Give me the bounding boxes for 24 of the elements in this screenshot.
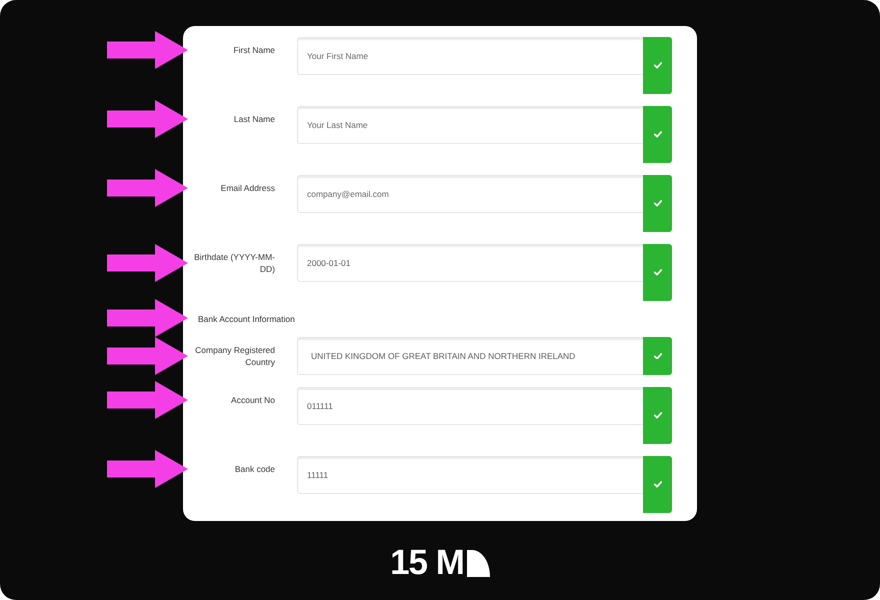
check-icon — [654, 352, 662, 360]
logo-mark-icon — [466, 550, 490, 576]
field-label: Email Address — [220, 182, 275, 194]
check-icon — [654, 62, 662, 69]
check-icon — [654, 412, 662, 419]
field-label: Account No — [230, 394, 275, 406]
check-icon — [654, 481, 662, 488]
field-label: Company Registered Country — [194, 344, 275, 368]
check-icon — [654, 269, 662, 276]
text-field[interactable]: Your First Name — [297, 37, 643, 75]
field-label: Birthdate (YYYY-MM-DD) — [193, 251, 275, 275]
text-field[interactable]: 011111 — [297, 387, 643, 425]
text-field[interactable]: 11111 — [297, 456, 643, 494]
text-field[interactable]: company@email.com — [297, 175, 643, 213]
field-label: First Name — [232, 44, 275, 56]
check-icon — [654, 200, 662, 207]
logo-text: 15 M — [390, 548, 464, 578]
section-heading: Bank Account Information — [197, 313, 295, 325]
check-icon — [654, 131, 662, 138]
field-label: Bank code — [234, 463, 275, 475]
field-label: Last Name — [232, 113, 275, 125]
text-field[interactable]: Your Last Name — [297, 106, 643, 144]
country-select[interactable]: UNITED KINGDOM OF GREAT BRITAIN AND NORTHERN IRELAND — [297, 337, 643, 375]
text-field[interactable]: 2000-01-01 — [297, 244, 643, 282]
